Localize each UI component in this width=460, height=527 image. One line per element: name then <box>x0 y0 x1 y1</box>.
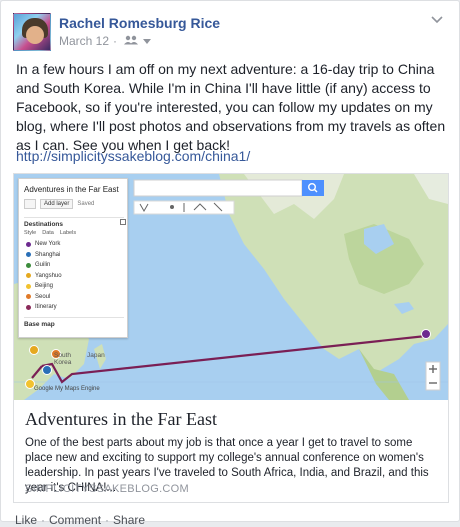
post-link[interactable]: http://simplicityssakeblog.com/china1/ <box>16 148 250 164</box>
marker-new-york-icon <box>421 329 431 339</box>
share-button[interactable]: Share <box>113 513 145 527</box>
destination-item[interactable]: Itinerary <box>26 302 121 313</box>
post-meta: March 12 · <box>59 34 152 48</box>
destination-item[interactable]: Shanghai <box>26 250 121 261</box>
post-text: In a few hours I am off on my next adven… <box>16 61 446 153</box>
post-actions: Like · Comment · Share <box>15 513 145 527</box>
map-pin-icon <box>26 252 31 258</box>
facebook-post: Rachel Romesburg Rice March 12 · In a fe… <box>0 0 460 527</box>
map-pin-icon <box>26 241 31 247</box>
author-name[interactable]: Rachel Romesburg Rice <box>59 15 220 31</box>
data-option[interactable]: Data <box>42 230 54 236</box>
separator-dot: · <box>113 34 118 48</box>
map-image[interactable]: South Korea Japan Adventures in the Far … <box>14 174 448 400</box>
saved-status: Saved <box>77 201 95 207</box>
destination-label: Seoul <box>35 293 51 300</box>
svg-text:Korea: Korea <box>54 359 72 366</box>
style-option[interactable]: Style <box>24 230 36 236</box>
like-button[interactable]: Like <box>15 513 37 527</box>
destination-label: Beijing <box>35 283 54 290</box>
folder-icon[interactable] <box>24 199 36 209</box>
destination-label: Guilin <box>35 262 51 269</box>
separator-dot: · <box>41 513 46 527</box>
map-pin-icon <box>26 273 31 279</box>
map-panel-title: Adventures in the Far East <box>24 185 119 194</box>
post-options-chevron-icon[interactable] <box>429 13 445 27</box>
add-layer-button[interactable]: Add layer <box>40 199 74 209</box>
destination-label: Shanghai <box>35 251 61 258</box>
destination-item[interactable]: Beijing <box>26 281 121 292</box>
map-pin-icon <box>26 283 31 289</box>
destination-item[interactable]: Guilin <box>26 260 121 271</box>
svg-text:Japan: Japan <box>87 352 105 359</box>
chevron-down-icon[interactable] <box>141 34 152 48</box>
map-footer-label: Google My Maps Engine <box>34 386 100 392</box>
map-layer-panel: Adventures in the Far East Add layer Sav… <box>18 178 128 338</box>
destination-item[interactable]: Yangshuo <box>26 271 121 282</box>
destinations-label: Destinations <box>24 221 64 228</box>
map-pin-icon <box>26 304 31 310</box>
destination-item[interactable]: Seoul <box>26 292 121 303</box>
destination-label: Yangshuo <box>35 272 62 279</box>
link-preview-card[interactable]: South Korea Japan Adventures in the Far … <box>13 173 449 503</box>
map-pin-icon <box>26 262 31 268</box>
comment-button[interactable]: Comment <box>49 513 101 527</box>
destination-item[interactable]: New York <box>26 239 121 250</box>
preview-domain: SIMPLICITYSSAKEBLOG.COM <box>25 483 189 495</box>
labels-option[interactable]: Labels <box>60 230 76 236</box>
destinations-list: New York Shanghai Guilin Yangshuo Beijing Seo… <box>26 239 121 313</box>
destination-label: New York <box>35 241 61 248</box>
friends-icon[interactable] <box>121 34 141 48</box>
map-pin-icon <box>26 294 31 300</box>
post-date[interactable]: March 12 <box>59 34 109 48</box>
checkbox-icon[interactable] <box>120 219 126 225</box>
preview-title[interactable]: Adventures in the Far East <box>25 409 217 430</box>
destination-label: Itinerary <box>35 304 57 311</box>
separator-dot: · <box>105 513 110 527</box>
basemap-label[interactable]: Base map <box>24 321 55 328</box>
svg-text:South: South <box>54 352 71 359</box>
avatar[interactable] <box>13 13 51 51</box>
